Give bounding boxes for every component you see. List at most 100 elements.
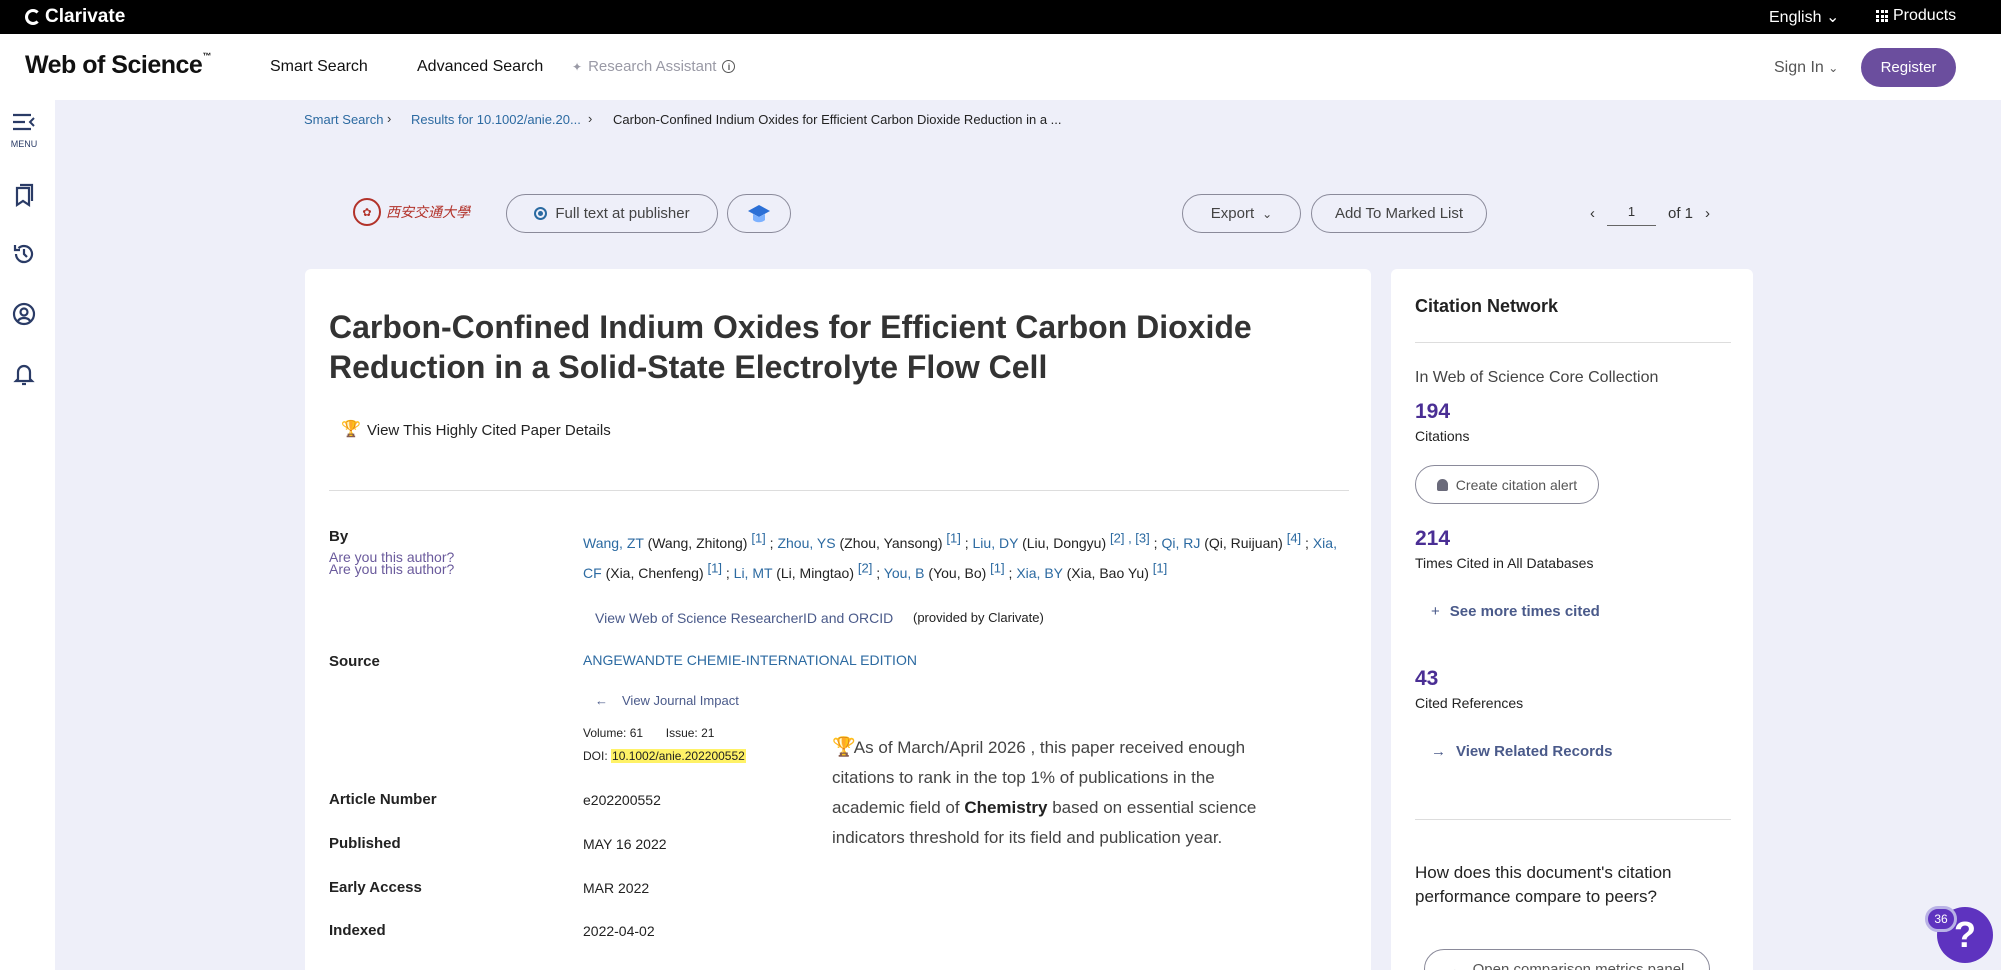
researcher-id-link[interactable]: View Web of Science ResearcherID and ORC… bbox=[595, 610, 893, 626]
core-collection-label: In Web of Science Core Collection bbox=[1415, 369, 1659, 386]
chevron-right-icon: › bbox=[387, 111, 392, 126]
chevron-down-icon: ⌄ bbox=[1825, 9, 1840, 26]
affiliation-ref[interactable]: [1] bbox=[708, 561, 722, 576]
export-label: Export bbox=[1210, 205, 1255, 222]
author-link[interactable]: Li, MT bbox=[734, 565, 773, 581]
view-related-records-link[interactable]: → View Related Records bbox=[1431, 743, 1612, 760]
breadcrumb-results[interactable]: Results for 10.1002/anie.20... bbox=[411, 112, 581, 127]
author-link[interactable]: Qi, RJ bbox=[1161, 535, 1200, 551]
marked-list-nav[interactable] bbox=[10, 182, 38, 213]
affiliation-ref[interactable]: [1] bbox=[1153, 561, 1167, 576]
info-icon[interactable]: i bbox=[722, 60, 736, 73]
source-journal-link[interactable]: ANGEWANDTE CHEMIE-INTERNATIONAL EDITION bbox=[583, 652, 917, 668]
clarivate-brand: Clarivate bbox=[45, 6, 126, 27]
full-text-label: Full text at publisher bbox=[555, 205, 690, 222]
clarivate-logo[interactable]: Clarivate bbox=[25, 6, 125, 28]
are-you-author-link[interactable]: Are you this author? bbox=[329, 561, 454, 577]
add-to-marked-list-button[interactable]: Add To Marked List bbox=[1311, 194, 1487, 233]
alerts-icon bbox=[13, 364, 35, 386]
graduation-cap-button[interactable] bbox=[727, 194, 791, 233]
view-journal-impact-link[interactable]: ← View Journal Impact bbox=[595, 693, 739, 708]
author-list: Wang, ZT (Wang, Zhitong) [1] ; Zhou, YS … bbox=[583, 525, 1349, 586]
bell-icon bbox=[1436, 478, 1448, 491]
source-label: Source bbox=[329, 653, 380, 670]
affiliation-ref[interactable]: [1] bbox=[946, 530, 960, 545]
left-sidebar: MENU bbox=[0, 100, 55, 970]
menu-button[interactable]: MENU bbox=[10, 112, 38, 149]
affiliation-ref[interactable]: [4] bbox=[1287, 530, 1301, 545]
breadcrumb-smart-search[interactable]: Smart Search bbox=[304, 112, 383, 127]
chevron-right-icon[interactable]: › bbox=[1705, 205, 1710, 222]
author-link[interactable]: Liu, DY bbox=[973, 535, 1019, 551]
affiliation-ref[interactable]: [1] bbox=[990, 561, 1004, 576]
nav-research-assistant[interactable]: ✦ Research Assistant i bbox=[572, 58, 736, 75]
author-item: Li, MT (Li, Mingtao) [2] ; bbox=[733, 560, 884, 582]
compare-button-label: Open comparison metrics panel bbox=[1472, 960, 1685, 970]
plus-icon: + bbox=[1431, 603, 1440, 620]
published-value: MAY 16 2022 bbox=[583, 836, 667, 852]
issue-value: Issue: 21 bbox=[665, 726, 715, 740]
affiliation-ref[interactable]: [1] bbox=[751, 530, 765, 545]
record-title: Carbon-Confined Indium Oxides for Effici… bbox=[329, 309, 1252, 385]
alerts-nav[interactable] bbox=[10, 361, 38, 392]
citations-count[interactable]: 194 bbox=[1415, 400, 1450, 424]
cited-references-count[interactable]: 43 bbox=[1415, 667, 1438, 691]
profile-nav[interactable] bbox=[10, 301, 38, 332]
affiliation-ref[interactable]: [2] bbox=[858, 561, 872, 576]
author-link[interactable]: Xia, BY bbox=[1016, 565, 1062, 581]
author-link[interactable]: Wang, ZT bbox=[583, 535, 644, 551]
history-nav[interactable] bbox=[10, 241, 38, 272]
see-more-times-cited-link[interactable]: + See more times cited bbox=[1431, 603, 1600, 620]
register-button[interactable]: Register bbox=[1861, 48, 1956, 87]
author-link[interactable]: You, B bbox=[884, 565, 925, 581]
provided-by-note: (provided by Clarivate) bbox=[913, 610, 1044, 625]
chevron-down-icon: ⌄ bbox=[1262, 206, 1273, 221]
citation-network-title: Citation Network bbox=[1415, 296, 1559, 316]
author-item: Wang, ZT (Wang, Zhitong) [1] ; bbox=[583, 530, 778, 551]
clarivate-logo-icon bbox=[25, 9, 41, 25]
record-pager: ‹ 1 of 1 › bbox=[1590, 200, 1710, 226]
web-of-science-logo[interactable]: Web of Science™ bbox=[25, 51, 211, 80]
products-menu[interactable]: Products bbox=[1876, 7, 1956, 25]
nav-advanced-search[interactable]: Advanced Search bbox=[417, 58, 543, 76]
article-number-value: e202200552 bbox=[583, 792, 661, 808]
volume-issue: Volume: 61 Issue: 21 bbox=[583, 726, 714, 740]
open-comparison-panel-button[interactable]: ← Open comparison metrics panel bbox=[1424, 949, 1710, 970]
sign-in-menu[interactable]: Sign In ⌄ bbox=[1774, 59, 1838, 77]
hc-note-field: Chemistry bbox=[964, 798, 1048, 817]
language-selector[interactable]: English ⌄ bbox=[1769, 7, 1839, 27]
early-access-label: Early Access bbox=[329, 879, 422, 896]
divider bbox=[1415, 819, 1731, 820]
chevron-left-icon[interactable]: ‹ bbox=[1590, 205, 1595, 222]
citation-network-panel: Citation Network In Web of Science Core … bbox=[1391, 269, 1753, 970]
app-header: Web of Science™ Smart Search Advanced Se… bbox=[0, 34, 2001, 100]
profile-icon bbox=[12, 302, 36, 326]
doi-row: DOI: 10.1002/anie.202200552 bbox=[583, 749, 746, 763]
page-number-input[interactable]: 1 bbox=[1607, 200, 1656, 226]
doi-value[interactable]: 10.1002/anie.202200552 bbox=[611, 749, 746, 763]
compare-question: How does this document's citation perfor… bbox=[1415, 863, 1672, 906]
institution-logo[interactable]: ✿ 西安交通大學 bbox=[353, 194, 475, 230]
early-access-value: MAR 2022 bbox=[583, 880, 650, 896]
by-label: By bbox=[329, 528, 349, 545]
highly-cited-link[interactable]: 🏆 View This Highly Cited Paper Details bbox=[341, 421, 611, 439]
create-citation-alert-button[interactable]: Create citation alert bbox=[1415, 465, 1599, 504]
see-more-label: See more times cited bbox=[1449, 603, 1600, 620]
full-text-button[interactable]: Full text at publisher bbox=[506, 194, 718, 233]
journal-impact-label: View Journal Impact bbox=[622, 693, 739, 708]
times-cited-all-count[interactable]: 214 bbox=[1415, 527, 1450, 551]
export-button[interactable]: Export ⌄ bbox=[1182, 194, 1301, 233]
arrow-left-icon: ← bbox=[1449, 960, 1465, 970]
sparkle-icon: ✦ bbox=[572, 59, 583, 74]
view-related-label: View Related Records bbox=[1456, 743, 1613, 760]
author-item: You, B (You, Bo) [1] ; bbox=[883, 560, 1017, 582]
research-assistant-label: Research Assistant bbox=[588, 58, 717, 75]
marked-list-icon bbox=[15, 183, 34, 208]
arrow-left-icon: ← bbox=[595, 693, 608, 708]
trophy-icon: 🏆 bbox=[832, 737, 856, 758]
affiliation-ref[interactable]: [2] , [3] bbox=[1110, 530, 1150, 545]
nav-smart-search[interactable]: Smart Search bbox=[270, 58, 368, 76]
author-link[interactable]: Zhou, YS bbox=[777, 535, 835, 551]
grid-icon bbox=[1876, 10, 1888, 22]
link-icon bbox=[534, 207, 548, 220]
